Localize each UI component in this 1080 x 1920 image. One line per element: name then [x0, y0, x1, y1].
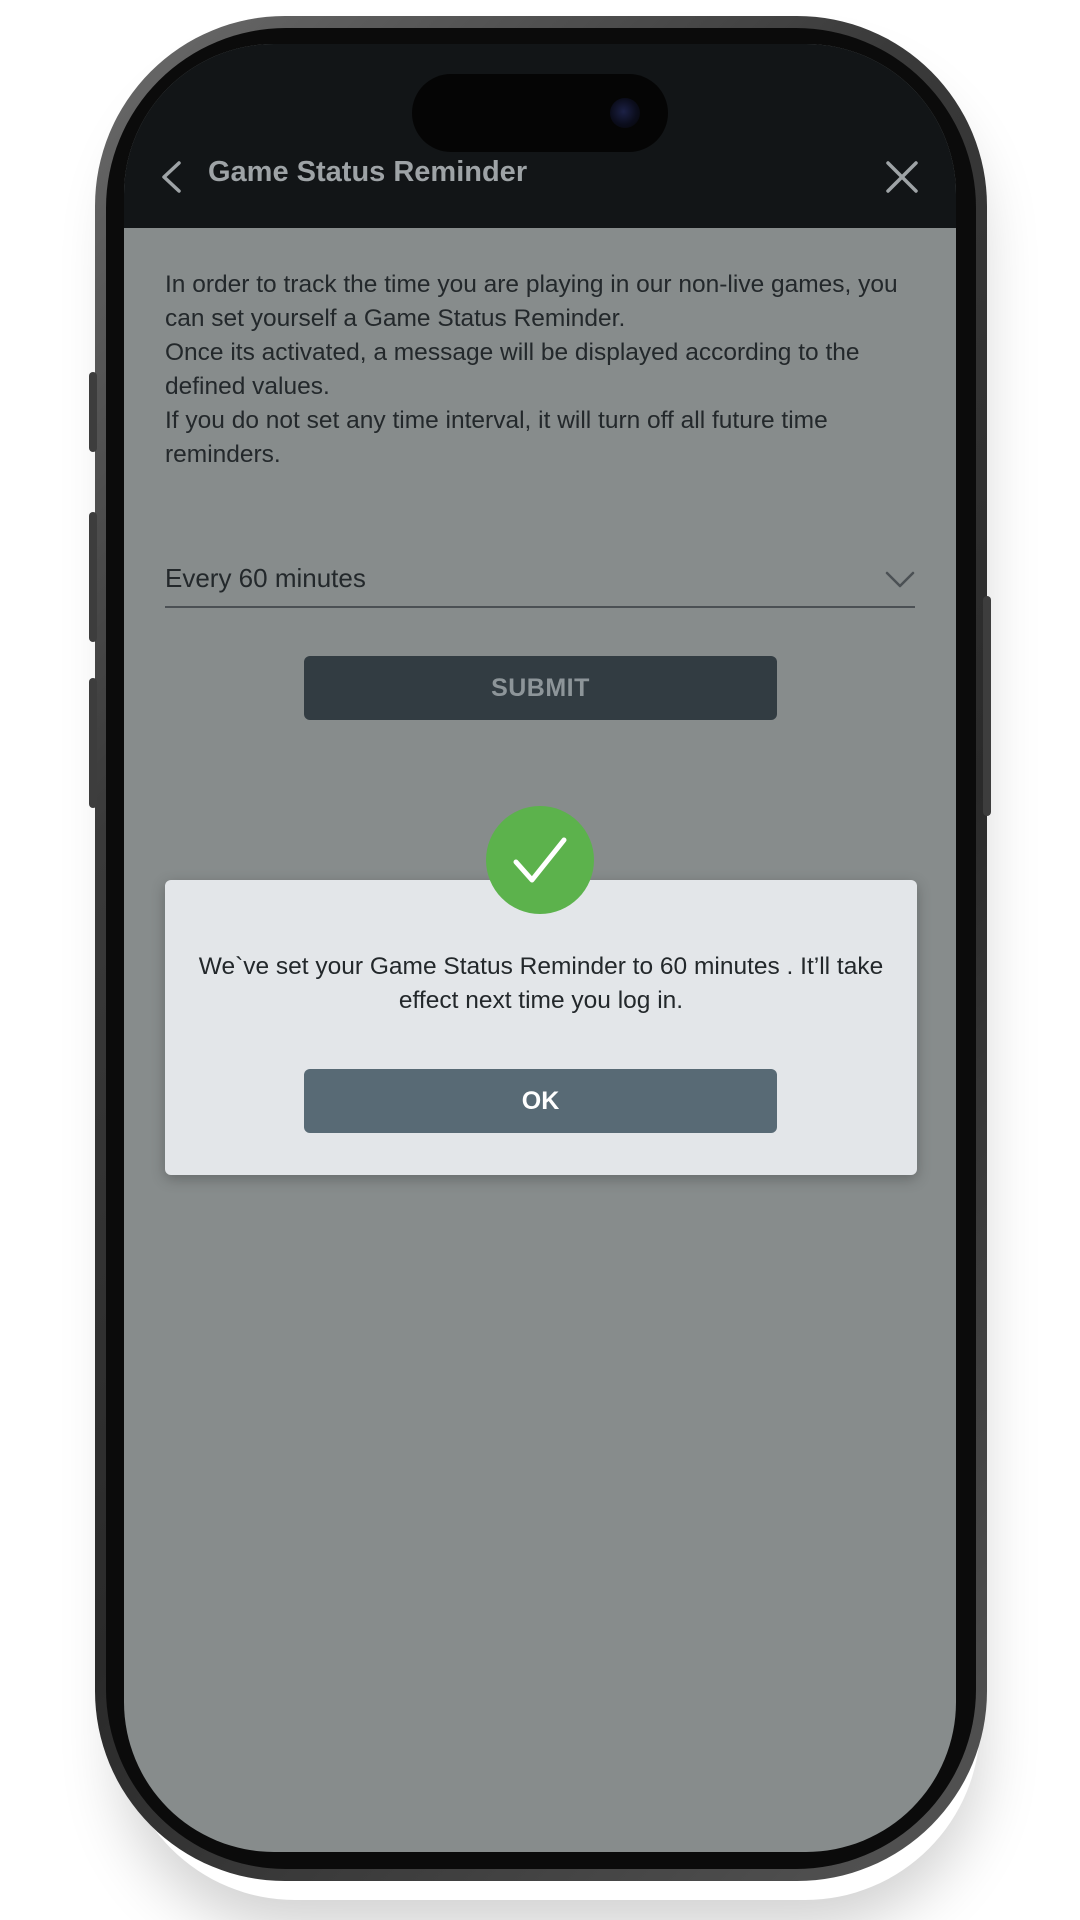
interval-select[interactable]: Every 60 minutes [165, 559, 915, 608]
action-button [89, 372, 97, 452]
phone-screen: Game Status Reminder In order to track t… [124, 44, 956, 1852]
reminder-description: In order to track the time you are playi… [165, 268, 925, 472]
ok-button[interactable]: OK [304, 1069, 777, 1133]
submit-button[interactable]: SUBMIT [304, 656, 777, 720]
confirmation-dialog: We`ve set your Game Status Reminder to 6… [165, 880, 917, 1175]
volume-up-button [89, 512, 97, 642]
power-button [983, 596, 991, 816]
description-line: Once its activated, a message will be di… [165, 339, 860, 400]
page-title: Game Status Reminder [208, 156, 528, 188]
chevron-down-icon [885, 571, 915, 588]
description-line: In order to track the time you are playi… [165, 271, 898, 332]
camera-icon [610, 98, 640, 128]
device-mockup: Game Status Reminder In order to track t… [0, 0, 1080, 1920]
interval-select-value: Every 60 minutes [165, 563, 366, 593]
checkmark-icon [513, 837, 567, 883]
description-line: If you do not set any time interval, it … [165, 407, 828, 468]
success-badge [486, 806, 594, 914]
dialog-message: We`ve set your Game Status Reminder to 6… [198, 953, 884, 1014]
chevron-left-icon[interactable] [160, 160, 182, 194]
close-icon[interactable] [885, 160, 919, 194]
volume-down-button [89, 678, 97, 808]
dynamic-island [412, 74, 668, 152]
